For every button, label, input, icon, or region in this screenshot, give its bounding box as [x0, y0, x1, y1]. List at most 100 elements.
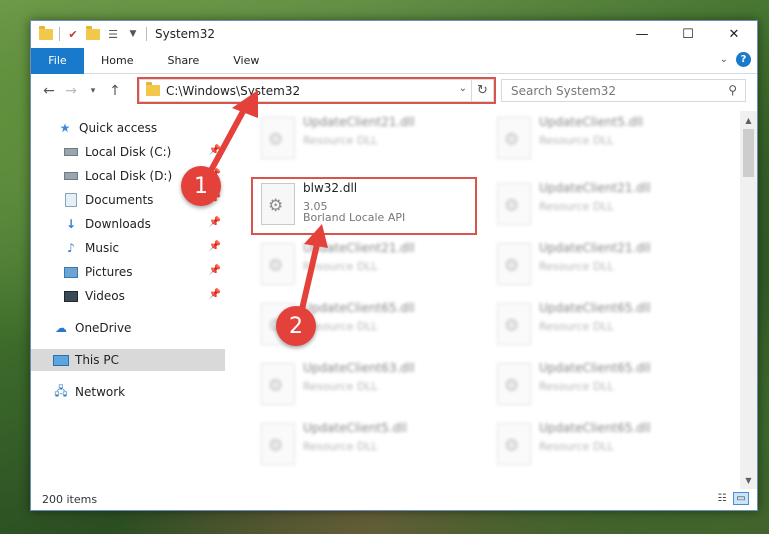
pin-icon[interactable]: 📌: [209, 265, 221, 276]
sidebar-item-quick-access[interactable]: ★ Quick access: [31, 117, 225, 139]
file-name: UpdateClient63.dll: [303, 361, 415, 375]
window-title: System32: [155, 27, 216, 41]
pin-icon[interactable]: 📌: [209, 217, 221, 228]
file-name: UpdateClient5.dll: [303, 421, 407, 435]
search-input[interactable]: Search System32 ⚲: [501, 79, 746, 102]
file-type: Resource DLL: [539, 440, 614, 453]
file-item[interactable]: UpdateClient21.dll Resource DLL: [487, 239, 707, 295]
file-type: Resource DLL: [303, 260, 378, 273]
file-item[interactable]: UpdateClient5.dll Resource DLL: [251, 419, 471, 475]
status-bar: 200 items ☷ ▭: [31, 488, 757, 510]
tab-share[interactable]: Share: [150, 54, 216, 67]
toolbar-divider: [59, 27, 60, 41]
file-name: UpdateClient21.dll: [539, 181, 651, 195]
sidebar-item-local-disk-c[interactable]: Local Disk (C:) 📌: [31, 141, 225, 163]
help-icon[interactable]: ?: [736, 52, 751, 67]
sidebar-item-label: Downloads: [85, 217, 151, 231]
sidebar-item-pictures[interactable]: Pictures 📌: [31, 261, 225, 283]
callout-step-2: 2: [276, 306, 316, 346]
videos-icon: [63, 289, 79, 303]
sidebar-item-label: Local Disk (D:): [85, 169, 173, 183]
back-button[interactable]: ←: [38, 80, 60, 102]
dll-file-icon: [497, 423, 531, 465]
sidebar-item-music[interactable]: ♪ Music 📌: [31, 237, 225, 259]
sidebar-item-label: This PC: [75, 353, 119, 367]
drive-icon: [63, 145, 79, 159]
file-item[interactable]: UpdateClient21.dll Resource DLL: [251, 239, 471, 295]
close-button[interactable]: ✕: [711, 21, 757, 47]
file-name: UpdateClient21.dll: [303, 115, 415, 129]
scrollbar-thumb[interactable]: [743, 129, 754, 177]
sidebar-item-downloads[interactable]: ↓ Downloads 📌: [31, 213, 225, 235]
drive-icon: [63, 169, 79, 183]
tab-view[interactable]: View: [216, 54, 276, 67]
sidebar-item-label: OneDrive: [75, 321, 132, 335]
file-type: Resource DLL: [539, 380, 614, 393]
file-item[interactable]: UpdateClient5.dll Resource DLL: [487, 113, 707, 169]
sidebar-item-this-pc[interactable]: This PC: [31, 349, 225, 371]
minimize-button[interactable]: —: [619, 21, 665, 47]
download-icon: ↓: [65, 217, 77, 231]
file-item[interactable]: UpdateClient63.dll Resource DLL: [251, 359, 471, 415]
pin-icon[interactable]: 📌: [209, 241, 221, 252]
file-explorer-window: ✔ ☰ ▼ System32 — ☐ ✕ File Home Share Vie…: [30, 20, 758, 511]
file-name: UpdateClient21.dll: [303, 241, 415, 255]
expand-ribbon-icon[interactable]: ⌄: [720, 54, 728, 65]
file-item[interactable]: UpdateClient65.dll Resource DLL: [487, 419, 707, 475]
network-icon: 🖧: [54, 383, 68, 398]
sidebar-item-videos[interactable]: Videos 📌: [31, 285, 225, 307]
file-name: UpdateClient21.dll: [539, 241, 651, 255]
pin-icon[interactable]: 📌: [209, 145, 221, 156]
properties-icon[interactable]: ✔: [66, 27, 80, 41]
file-name: UpdateClient65.dll: [539, 361, 651, 375]
file-item[interactable]: UpdateClient65.dll Resource DLL: [487, 359, 707, 415]
star-icon: ★: [59, 121, 71, 135]
quick-access-toolbar: ✔ ☰ ▼: [31, 25, 147, 41]
folder-icon: [39, 25, 53, 40]
file-item[interactable]: UpdateClient65.dll Resource DLL: [487, 299, 707, 355]
ribbon-right: ⌄ ?: [720, 52, 751, 67]
scroll-down-icon[interactable]: ▼: [740, 473, 757, 487]
file-type: Resource DLL: [303, 134, 378, 147]
sidebar-item-label: Pictures: [85, 265, 133, 279]
sidebar-item-onedrive[interactable]: ☁ OneDrive: [31, 317, 225, 339]
large-icons-view-icon[interactable]: ▭: [733, 492, 749, 505]
window-controls: — ☐ ✕: [619, 21, 757, 47]
dll-file-icon: [261, 363, 295, 405]
ribbon-tabs: File Home Share View ⌄ ?: [31, 47, 757, 74]
sidebar-item-network[interactable]: 🖧 Network: [31, 381, 225, 403]
address-highlight-box: [137, 77, 496, 104]
file-type: Resource DLL: [539, 260, 614, 273]
sidebar-item-label: Quick access: [79, 121, 158, 135]
file-name: UpdateClient65.dll: [539, 301, 651, 315]
sidebar-item-label: Music: [85, 241, 120, 255]
title-bar: ✔ ☰ ▼ System32 — ☐ ✕: [31, 21, 757, 47]
up-button[interactable]: ↑: [104, 80, 126, 102]
file-name: UpdateClient5.dll: [539, 115, 643, 129]
file-type: Resource DLL: [303, 380, 378, 393]
cloud-icon: ☁: [55, 321, 67, 335]
sidebar-item-label: Local Disk (C:): [85, 145, 172, 159]
scroll-up-icon[interactable]: ▲: [740, 113, 757, 127]
file-item[interactable]: UpdateClient21.dll Resource DLL: [487, 179, 707, 235]
vertical-scrollbar[interactable]: ▲ ▼: [740, 111, 757, 489]
chevron-down-icon[interactable]: ▼: [126, 27, 140, 41]
search-icon[interactable]: ⚲: [728, 83, 737, 97]
file-name: UpdateClient65.dll: [539, 421, 651, 435]
maximize-button[interactable]: ☐: [665, 21, 711, 47]
forward-button[interactable]: →: [60, 80, 82, 102]
dll-file-icon: [497, 183, 531, 225]
pin-icon[interactable]: 📌: [209, 289, 221, 300]
new-folder-icon[interactable]: [86, 25, 100, 40]
toolbar-divider: [146, 27, 147, 41]
file-type: Resource DLL: [303, 440, 378, 453]
customize-toolbar-icon[interactable]: ☰: [106, 27, 120, 41]
details-view-icon[interactable]: ☷: [714, 492, 730, 505]
tab-home[interactable]: Home: [84, 54, 150, 67]
dll-file-icon: [261, 117, 295, 159]
file-item[interactable]: UpdateClient21.dll Resource DLL: [251, 113, 471, 169]
recent-locations-button[interactable]: ▾: [82, 80, 104, 102]
sidebar-item-label: Documents: [85, 193, 154, 207]
dll-file-icon: [497, 363, 531, 405]
tab-file[interactable]: File: [31, 47, 84, 74]
